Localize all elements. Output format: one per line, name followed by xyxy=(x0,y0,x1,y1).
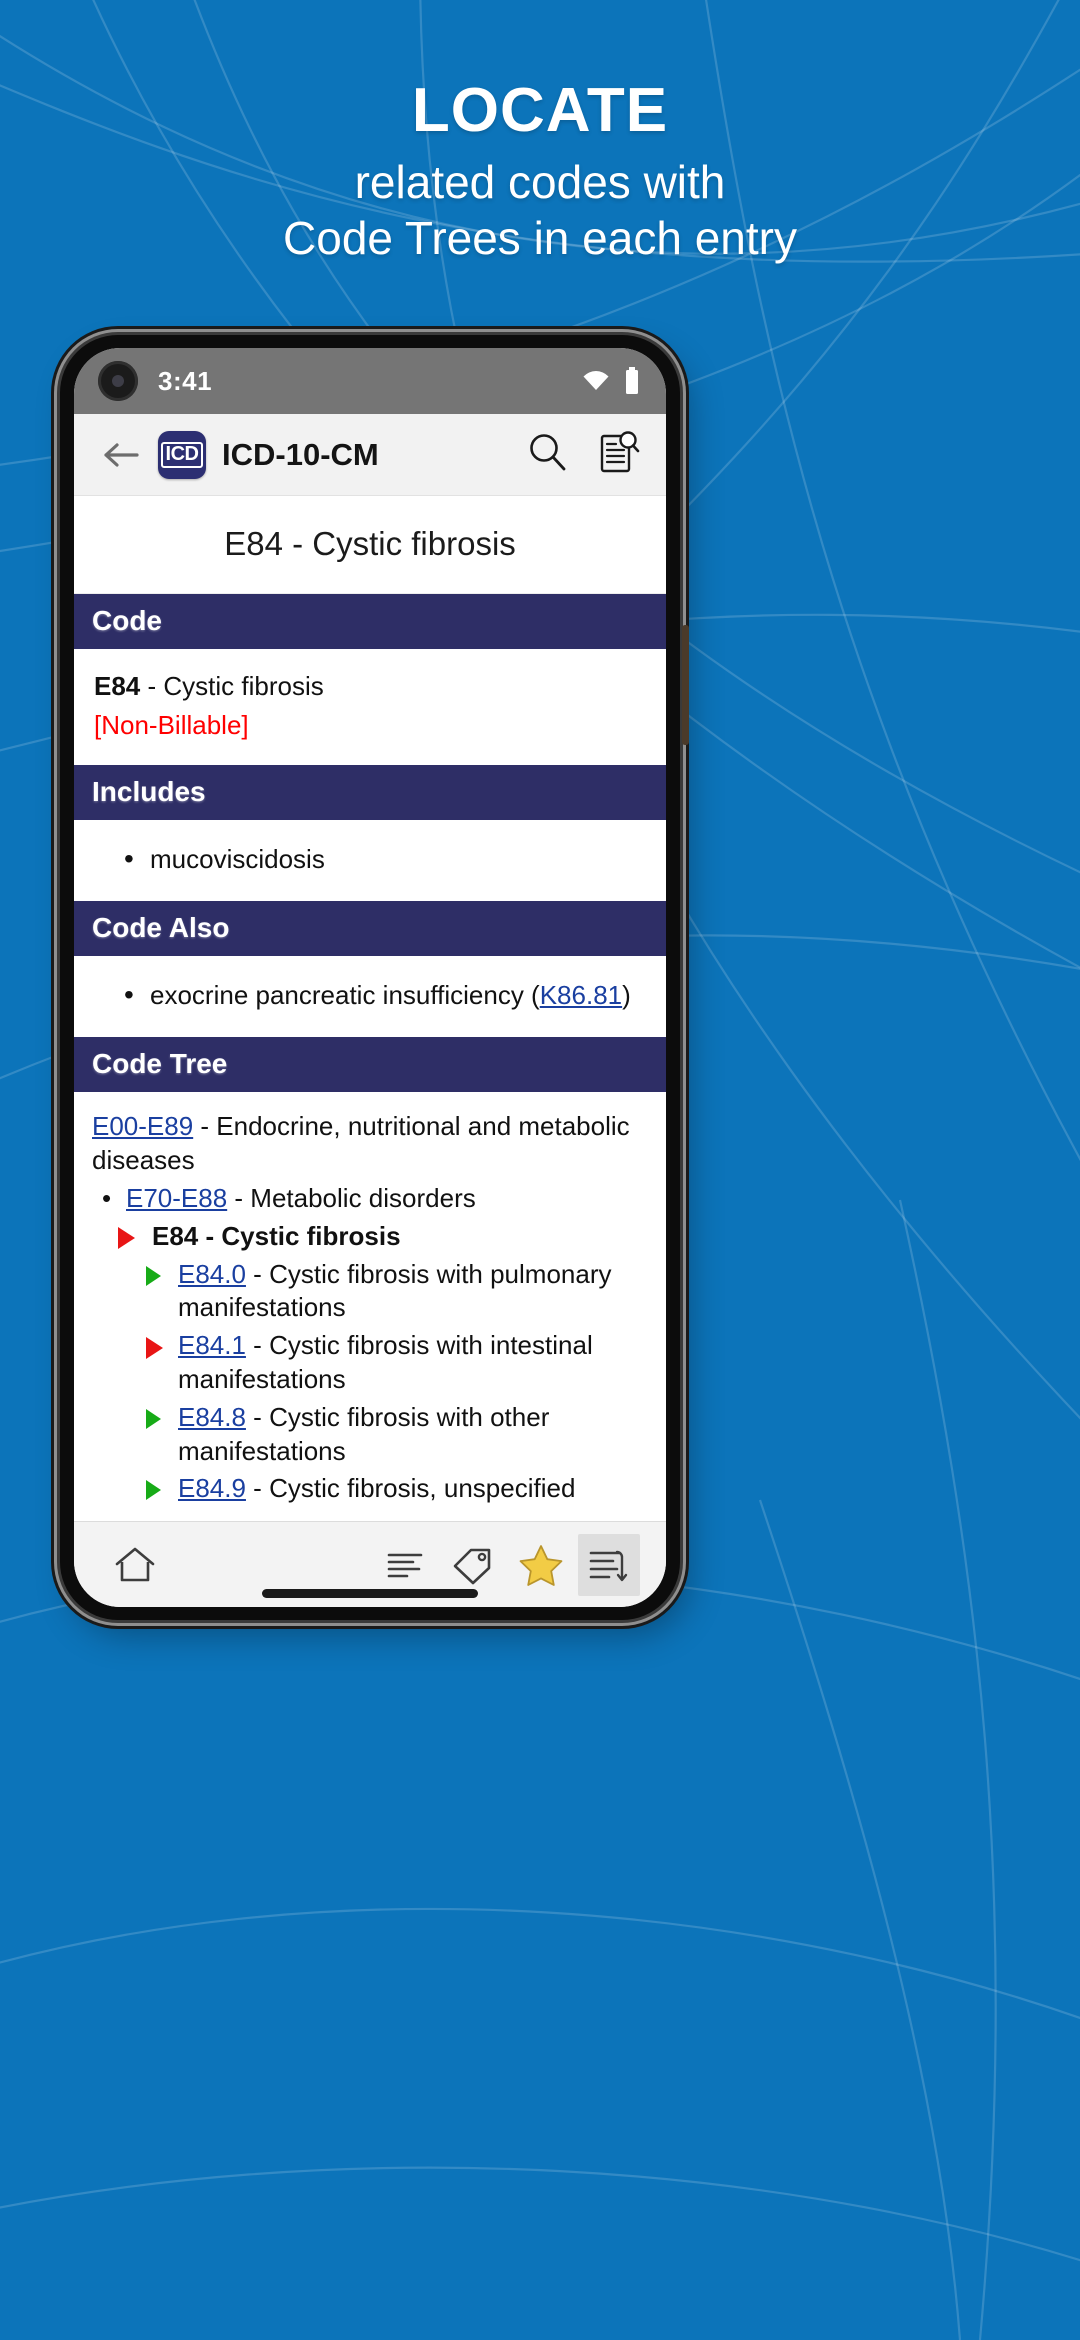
tree-node-child: E84.8 - Cystic fibrosis with other manif… xyxy=(92,1401,648,1469)
document-search-icon xyxy=(600,431,640,473)
nav-code-tree-button[interactable] xyxy=(578,1533,640,1596)
tree-node-child: E84.0 - Cystic fibrosis with pulmonary m… xyxy=(92,1258,648,1326)
nav-home-button[interactable] xyxy=(104,1534,166,1596)
tree-node-level1: E70-E88 - Metabolic disorders xyxy=(92,1182,648,1216)
back-arrow-icon xyxy=(104,442,139,467)
tree-child-link[interactable]: E84.0 xyxy=(178,1259,246,1289)
app-toolbar: ICD ICD-10-CM xyxy=(74,414,666,496)
phone-mockup: 3:41 ICD ICD-10-CM E84 - Cystic fibrosis… xyxy=(60,335,689,1620)
list-item: mucoviscidosis xyxy=(124,840,646,878)
star-favorite-icon xyxy=(519,1544,563,1586)
status-icons xyxy=(581,367,640,395)
green-triangle-marker-icon xyxy=(146,1408,161,1429)
front-camera-icon xyxy=(98,361,138,401)
code-also-text-after: ) xyxy=(622,980,631,1011)
code-also-text-before: exocrine pancreatic insufficiency ( xyxy=(150,980,540,1011)
code-also-link[interactable]: K86.81 xyxy=(540,980,622,1010)
promo-subtitle-line1: related codes with xyxy=(354,156,726,209)
search-icon xyxy=(530,434,566,471)
section-header-code-also: Code Also xyxy=(74,901,666,957)
section-body-code-tree: E00-E89 - Endocrine, nutritional and met… xyxy=(74,1092,666,1521)
tag-icon xyxy=(453,1548,491,1584)
status-clock: 3:41 xyxy=(158,365,213,396)
tree-child-separator: - xyxy=(245,1473,270,1504)
list-item: exocrine pancreatic insufficiency (K86.8… xyxy=(124,976,646,1014)
bottom-nav-actions xyxy=(374,1533,640,1596)
red-triangle-marker-icon xyxy=(118,1226,135,1249)
tree-node-child: E84.9 - Cystic fibrosis, unspecified xyxy=(92,1472,648,1506)
promo-title: LOCATE xyxy=(411,76,669,145)
tree-current-label: Cystic fibrosis xyxy=(221,1220,401,1251)
tree-child-separator: - xyxy=(245,1330,270,1361)
search-button[interactable] xyxy=(526,431,568,478)
back-button[interactable] xyxy=(90,440,152,470)
section-body-code: E84 - Cystic fibrosis [Non-Billable] xyxy=(74,649,666,765)
page-title: E84 - Cystic fibrosis xyxy=(74,496,666,594)
code-description: Cystic fibrosis xyxy=(163,671,324,701)
code-line: E84 - Cystic fibrosis xyxy=(94,669,646,704)
tree-root-separator: - xyxy=(193,1111,217,1142)
tree-child-link[interactable]: E84.1 xyxy=(178,1330,246,1360)
tree-node-current: E84 - Cystic fibrosis xyxy=(92,1220,648,1254)
phone-screen: 3:41 ICD ICD-10-CM E84 - Cystic fibrosis… xyxy=(74,348,666,1607)
entry-content[interactable]: E84 - Cystic fibrosis Code E84 - Cystic … xyxy=(74,496,666,1521)
tree-child-link[interactable]: E84.8 xyxy=(178,1402,246,1432)
promo-subtitle-line2: Code Trees in each entry xyxy=(283,211,797,264)
tree-child-link[interactable]: E84.9 xyxy=(178,1473,246,1503)
battery-icon xyxy=(626,367,638,394)
document-search-button[interactable] xyxy=(598,430,640,479)
wifi-icon xyxy=(583,371,609,390)
code-separator: - xyxy=(140,671,164,701)
status-bar: 3:41 xyxy=(74,348,666,414)
code-tree-icon xyxy=(589,1550,628,1581)
tree-child-label: Cystic fibrosis, unspecified xyxy=(269,1473,576,1504)
section-body-includes: mucoviscidosis xyxy=(74,820,666,901)
promo-banner: LOCATE related codes with Code Trees in … xyxy=(0,78,1080,264)
tree-node-child: E84.1 - Cystic fibrosis with intestinal … xyxy=(92,1329,648,1397)
code-value: E84 xyxy=(94,671,141,701)
tree-child-separator: - xyxy=(245,1401,270,1432)
tree-level1-separator: - xyxy=(227,1182,251,1213)
gesture-navigation-bar[interactable] xyxy=(262,1589,478,1598)
toolbar-actions xyxy=(526,430,648,479)
home-icon xyxy=(115,1547,155,1581)
tree-level1-link[interactable]: E70-E88 xyxy=(126,1183,227,1213)
red-triangle-marker-icon xyxy=(146,1337,163,1360)
app-icon: ICD xyxy=(158,430,206,479)
app-badge-label: ICD xyxy=(160,441,204,468)
tree-node-root: E00-E89 - Endocrine, nutritional and met… xyxy=(92,1110,648,1178)
section-body-code-also: exocrine pancreatic insufficiency (K86.8… xyxy=(74,956,666,1037)
section-header-code-tree: Code Tree xyxy=(74,1037,666,1093)
tree-current-code: E84 xyxy=(152,1220,199,1251)
nav-tag-button[interactable] xyxy=(442,1534,504,1596)
nav-list-button[interactable] xyxy=(374,1534,436,1596)
list-icon xyxy=(387,1553,423,1577)
section-header-code: Code xyxy=(74,594,666,649)
tree-child-separator: - xyxy=(245,1258,270,1289)
code-also-list: exocrine pancreatic insufficiency (K86.8… xyxy=(94,976,646,1014)
tree-current-separator: - xyxy=(198,1220,222,1251)
promo-subtitle: related codes with Code Trees in each en… xyxy=(0,157,1080,264)
app-title: ICD-10-CM xyxy=(222,436,379,472)
phone-power-button[interactable] xyxy=(682,625,689,745)
tree-root-link[interactable]: E00-E89 xyxy=(92,1111,193,1141)
green-triangle-marker-icon xyxy=(146,1265,161,1286)
tree-level1-label: Metabolic disorders xyxy=(250,1182,476,1213)
includes-list: mucoviscidosis xyxy=(94,840,646,878)
billable-status-badge: [Non-Billable] xyxy=(94,710,249,741)
nav-favorites-button[interactable] xyxy=(510,1534,572,1596)
green-triangle-marker-icon xyxy=(146,1480,161,1501)
section-header-includes: Includes xyxy=(74,765,666,821)
